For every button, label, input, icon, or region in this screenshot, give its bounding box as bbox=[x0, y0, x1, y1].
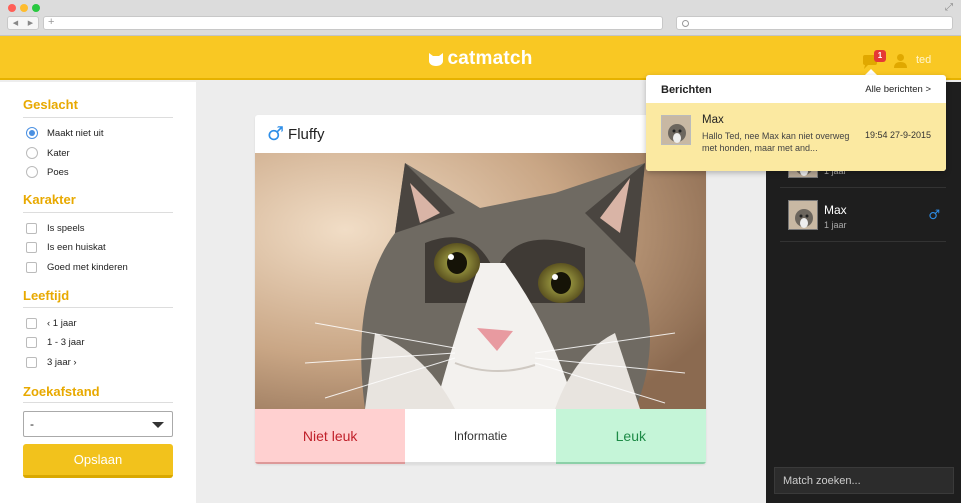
age-option-under-1[interactable]: ‹ 1 jaar bbox=[26, 318, 77, 329]
checkbox[interactable] bbox=[26, 223, 37, 234]
match-name: Max bbox=[824, 203, 847, 217]
back-icon[interactable]: ◀ bbox=[13, 19, 18, 27]
minimize-window-icon[interactable] bbox=[20, 4, 28, 12]
messages-dropdown: Berichten Alle berichten > Max Hallo Ted… bbox=[646, 75, 946, 171]
message-sender: Max bbox=[702, 114, 724, 126]
checkbox[interactable] bbox=[26, 318, 37, 329]
cat-name: Fluffy bbox=[288, 125, 325, 143]
notification-badge: 1 bbox=[874, 50, 886, 62]
gender-option-male[interactable]: Kater bbox=[26, 147, 70, 159]
match-avatar bbox=[788, 200, 818, 230]
age-option-1-to-3[interactable]: 1 - 3 jaar bbox=[26, 337, 85, 348]
messages-header: Berichten Alle berichten > bbox=[646, 75, 946, 103]
match-search-input[interactable]: Match zoeken... bbox=[774, 467, 954, 494]
checkbox[interactable] bbox=[26, 357, 37, 368]
cat-icon bbox=[429, 53, 444, 66]
section-title-age: Leeftijd bbox=[23, 288, 70, 303]
brand-logo[interactable]: catmatch bbox=[0, 48, 961, 72]
chevron-down-icon bbox=[152, 422, 164, 428]
sender-avatar bbox=[661, 115, 691, 145]
divider bbox=[23, 307, 173, 308]
radio-button[interactable] bbox=[26, 166, 38, 178]
gender-option-female[interactable]: Poes bbox=[26, 166, 69, 178]
character-option-playful[interactable]: Is speels bbox=[26, 223, 85, 234]
age-option-over-3[interactable]: 3 jaar › bbox=[26, 357, 77, 368]
new-tab-icon[interactable]: + bbox=[48, 16, 54, 28]
save-button[interactable]: Opslaan bbox=[23, 444, 173, 478]
section-title-gender: Geslacht bbox=[23, 97, 78, 112]
browser-chrome: ⤢ ◀ ▶ + bbox=[0, 0, 961, 36]
card-actions: Niet leuk Informatie Leuk bbox=[255, 409, 706, 464]
distance-select[interactable]: - bbox=[23, 411, 173, 437]
app-header: catmatch bbox=[0, 36, 961, 80]
character-option-good-with-kids[interactable]: Goed met kinderen bbox=[26, 262, 128, 273]
checkbox[interactable] bbox=[26, 337, 37, 348]
info-button[interactable]: Informatie bbox=[405, 409, 556, 464]
forward-icon[interactable]: ▶ bbox=[28, 19, 33, 27]
cat-photo[interactable] bbox=[255, 153, 706, 409]
section-title-distance: Zoekafstand bbox=[23, 384, 100, 399]
dislike-button[interactable]: Niet leuk bbox=[255, 409, 406, 464]
messages-title: Berichten bbox=[661, 84, 712, 96]
male-icon: ♂ bbox=[267, 123, 285, 145]
radio-button[interactable] bbox=[26, 127, 38, 139]
male-icon: ♂ bbox=[928, 208, 940, 223]
message-timestamp: 19:54 27-9-2015 bbox=[864, 130, 931, 140]
match-age: 1 jaar bbox=[824, 220, 847, 230]
gender-option-any[interactable]: Maakt niet uit bbox=[26, 127, 104, 139]
divider bbox=[23, 212, 173, 213]
card-header: ♂ Fluffy bbox=[255, 115, 706, 153]
user-icon[interactable] bbox=[893, 53, 908, 68]
divider bbox=[23, 117, 173, 118]
search-icon bbox=[682, 20, 689, 27]
message-item[interactable]: Max Hallo Ted, nee Max kan niet overweg … bbox=[646, 103, 946, 171]
checkbox[interactable] bbox=[26, 262, 37, 273]
address-bar[interactable]: + bbox=[43, 16, 663, 30]
all-messages-link[interactable]: Alle berichten > bbox=[865, 84, 931, 95]
match-item-max[interactable]: Max 1 jaar ♂ bbox=[780, 192, 946, 242]
username[interactable]: ted bbox=[916, 54, 931, 66]
close-window-icon[interactable] bbox=[8, 4, 16, 12]
maximize-window-icon[interactable] bbox=[32, 4, 40, 12]
message-preview: Hallo Ted, nee Max kan niet overweg met … bbox=[702, 131, 850, 153]
like-button[interactable]: Leuk bbox=[555, 409, 706, 464]
checkbox[interactable] bbox=[26, 242, 37, 253]
radio-button[interactable] bbox=[26, 147, 38, 159]
section-title-character: Karakter bbox=[23, 192, 76, 207]
divider bbox=[23, 402, 173, 403]
fullscreen-icon[interactable]: ⤢ bbox=[945, 2, 953, 13]
brand-name: catmatch bbox=[447, 48, 533, 69]
browser-search-bar[interactable] bbox=[676, 16, 953, 30]
back-forward-buttons[interactable]: ◀ ▶ bbox=[7, 16, 39, 30]
character-option-housecat[interactable]: Is een huiskat bbox=[26, 242, 106, 253]
match-card: ♂ Fluffy Niet leuk Informatie Leuk bbox=[255, 115, 706, 464]
